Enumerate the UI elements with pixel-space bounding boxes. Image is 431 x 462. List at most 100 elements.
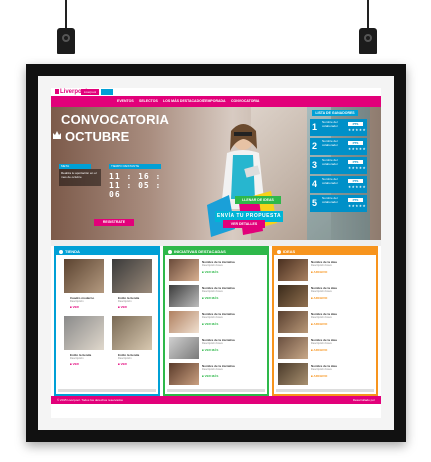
initiatives-scrollbar[interactable]	[167, 389, 265, 392]
idea-link[interactable]: ARCHIVO	[311, 348, 328, 352]
idea-thumb[interactable]	[278, 259, 308, 281]
partner-badge-blue	[101, 89, 113, 95]
fill-ideas-button[interactable]: LLENAR DE IDEAS	[235, 196, 281, 204]
nav-item-eventos[interactable]: EVENTOS	[117, 99, 134, 103]
poster-mat: Liverpool Liverpool EVENTOS SELECTOS LOS…	[38, 76, 394, 430]
initiative-thumb[interactable]	[169, 337, 199, 359]
idea-desc: Descripción breve	[311, 342, 332, 345]
nav-item-destacados[interactable]: LOS MÁS DESTACADOS	[163, 99, 204, 103]
winner-item[interactable]: 1 Nombre del colaborador PTS ★★★★★	[310, 119, 367, 136]
time-remaining-tab: TIEMPO RESTANTE	[109, 164, 161, 169]
idea-desc: Descripción breve	[311, 290, 332, 293]
initiative-link[interactable]: VER MÁS	[202, 348, 219, 352]
idea-thumb[interactable]	[278, 363, 308, 385]
website-screenshot: Liverpool Liverpool EVENTOS SELECTOS LOS…	[51, 88, 381, 418]
winners-list-title: LISTA DE GANADORES	[312, 110, 358, 116]
initiative-thumb[interactable]	[169, 311, 199, 333]
store-item-desc: Descripción	[70, 300, 84, 303]
store-column: TIENDA Cuadro moderno Estilo la tienda D…	[54, 246, 160, 396]
winner-points: PTS	[348, 141, 363, 145]
winner-rank: 2	[311, 141, 317, 151]
store-item-link[interactable]: VER	[70, 305, 79, 309]
hero-subtitle: OCTUBRE	[65, 129, 130, 144]
winner-points: PTS	[348, 122, 363, 126]
initiative-desc: Descripción breve	[202, 264, 223, 267]
site-footer: © 2015 Liverpool. Todos los derechos res…	[51, 396, 381, 404]
poster-frame: Liverpool Liverpool EVENTOS SELECTOS LOS…	[26, 64, 406, 442]
hero-title: CONVOCATORIA	[61, 112, 170, 127]
register-button[interactable]: REGISTRATE	[94, 219, 134, 226]
idea-link[interactable]: ARCHIVO	[311, 374, 328, 378]
left-hanger-clip	[54, 0, 78, 56]
see-details-button[interactable]: VER DETALLES	[223, 220, 265, 228]
winners-list: LISTA DE GANADORES 1 Nombre del colaborad…	[307, 107, 370, 240]
winner-item[interactable]: 2 Nombre del colaborador PTS ★★★★★	[310, 138, 367, 155]
winner-stars: ★★★★★	[348, 166, 367, 170]
crown-icon	[53, 131, 61, 139]
winner-stars: ★★★★★	[348, 147, 367, 151]
winner-name: Nombre del colaborador	[322, 158, 338, 166]
winner-stars: ★★★★★	[348, 185, 367, 189]
store-icon	[59, 249, 63, 254]
store-item-link[interactable]: VER	[118, 305, 127, 309]
ideas-scrollbar[interactable]	[276, 389, 374, 392]
hero-banner: CONVOCATORIA OCTUBRE META TIEMPO RESTANT…	[51, 107, 381, 240]
countdown-panel: META TIEMPO RESTANTE Realiza tu aportaci…	[59, 164, 176, 199]
idea-link[interactable]: ARCHIVO	[311, 296, 328, 300]
partner-badge: Liverpool	[81, 89, 99, 95]
winner-name: Nombre del colaborador	[322, 139, 338, 147]
winner-points: PTS	[348, 198, 363, 202]
ideas-column: IDEAS Nombre de la idea Descripción brev…	[272, 246, 378, 396]
idea-link[interactable]: ARCHIVO	[311, 270, 328, 274]
winner-name: Nombre del colaborador	[322, 177, 338, 185]
initiative-thumb[interactable]	[169, 285, 199, 307]
initiative-desc: Descripción breve	[202, 316, 223, 319]
winner-item[interactable]: 5 Nombre del colaborador PTS ★★★★★	[310, 195, 367, 212]
store-column-header: TIENDA	[56, 248, 158, 255]
idea-thumb[interactable]	[278, 337, 308, 359]
winner-item[interactable]: 3 Nombre del colaborador PTS ★★★★★	[310, 157, 367, 174]
nav-item-convocatoria[interactable]: CONVOCATORIA	[231, 99, 259, 103]
idea-desc: Descripción breve	[311, 316, 332, 319]
store-item-desc: Descripción	[118, 357, 132, 360]
initiative-desc: Descripción breve	[202, 342, 223, 345]
winner-rank: 5	[311, 198, 317, 208]
winner-rank: 4	[311, 179, 317, 189]
site-header: Liverpool Liverpool	[51, 88, 381, 96]
initiative-desc: Descripción breve	[202, 368, 223, 371]
idea-thumb[interactable]	[278, 285, 308, 307]
logo-mark-icon	[55, 89, 59, 94]
footer-copyright: © 2015 Liverpool. Todos los derechos res…	[57, 398, 123, 402]
winner-stars: ★★★★★	[348, 204, 367, 208]
initiative-link[interactable]: VER MÁS	[202, 374, 219, 378]
winner-item[interactable]: 4 Nombre del colaborador PTS ★★★★★	[310, 176, 367, 193]
initiative-link[interactable]: VER MÁS	[202, 296, 219, 300]
goal-info: Realiza tu aportación en el mes de octub…	[59, 169, 101, 186]
idea-desc: Descripción breve	[311, 264, 332, 267]
initiative-thumb[interactable]	[169, 259, 199, 281]
winner-rank: 1	[311, 122, 317, 132]
nav-item-selectos[interactable]: SELECTOS	[139, 99, 158, 103]
initiative-thumb[interactable]	[169, 363, 199, 385]
footer-credit[interactable]: Desarrollado por	[353, 398, 375, 402]
winner-name: Nombre del colaborador	[322, 196, 338, 204]
store-scrollbar[interactable]	[58, 389, 156, 392]
initiative-desc: Descripción breve	[202, 290, 223, 293]
store-photo[interactable]	[112, 259, 152, 293]
idea-thumb[interactable]	[278, 311, 308, 333]
ideas-column-header: IDEAS	[274, 248, 376, 255]
initiative-link[interactable]: VER MÁS	[202, 270, 219, 274]
store-item-link[interactable]: VER	[118, 362, 127, 366]
store-photo[interactable]	[64, 259, 104, 293]
store-item-link[interactable]: VER	[70, 362, 79, 366]
store-photo[interactable]	[112, 316, 152, 350]
initiatives-column: INICIATIVAS DESTACADAS Nombre de la inic…	[163, 246, 269, 396]
initiatives-column-title: INICIATIVAS DESTACADAS	[174, 249, 226, 254]
idea-link[interactable]: ARCHIVO	[311, 322, 328, 326]
store-item-desc: Descripción	[70, 357, 84, 360]
search-icon	[277, 249, 281, 254]
initiative-link[interactable]: VER MÁS	[202, 322, 219, 326]
ideas-column-title: IDEAS	[283, 249, 296, 254]
nav-item-temporada[interactable]: TEMPORADA	[203, 99, 226, 103]
store-photo[interactable]	[64, 316, 104, 350]
